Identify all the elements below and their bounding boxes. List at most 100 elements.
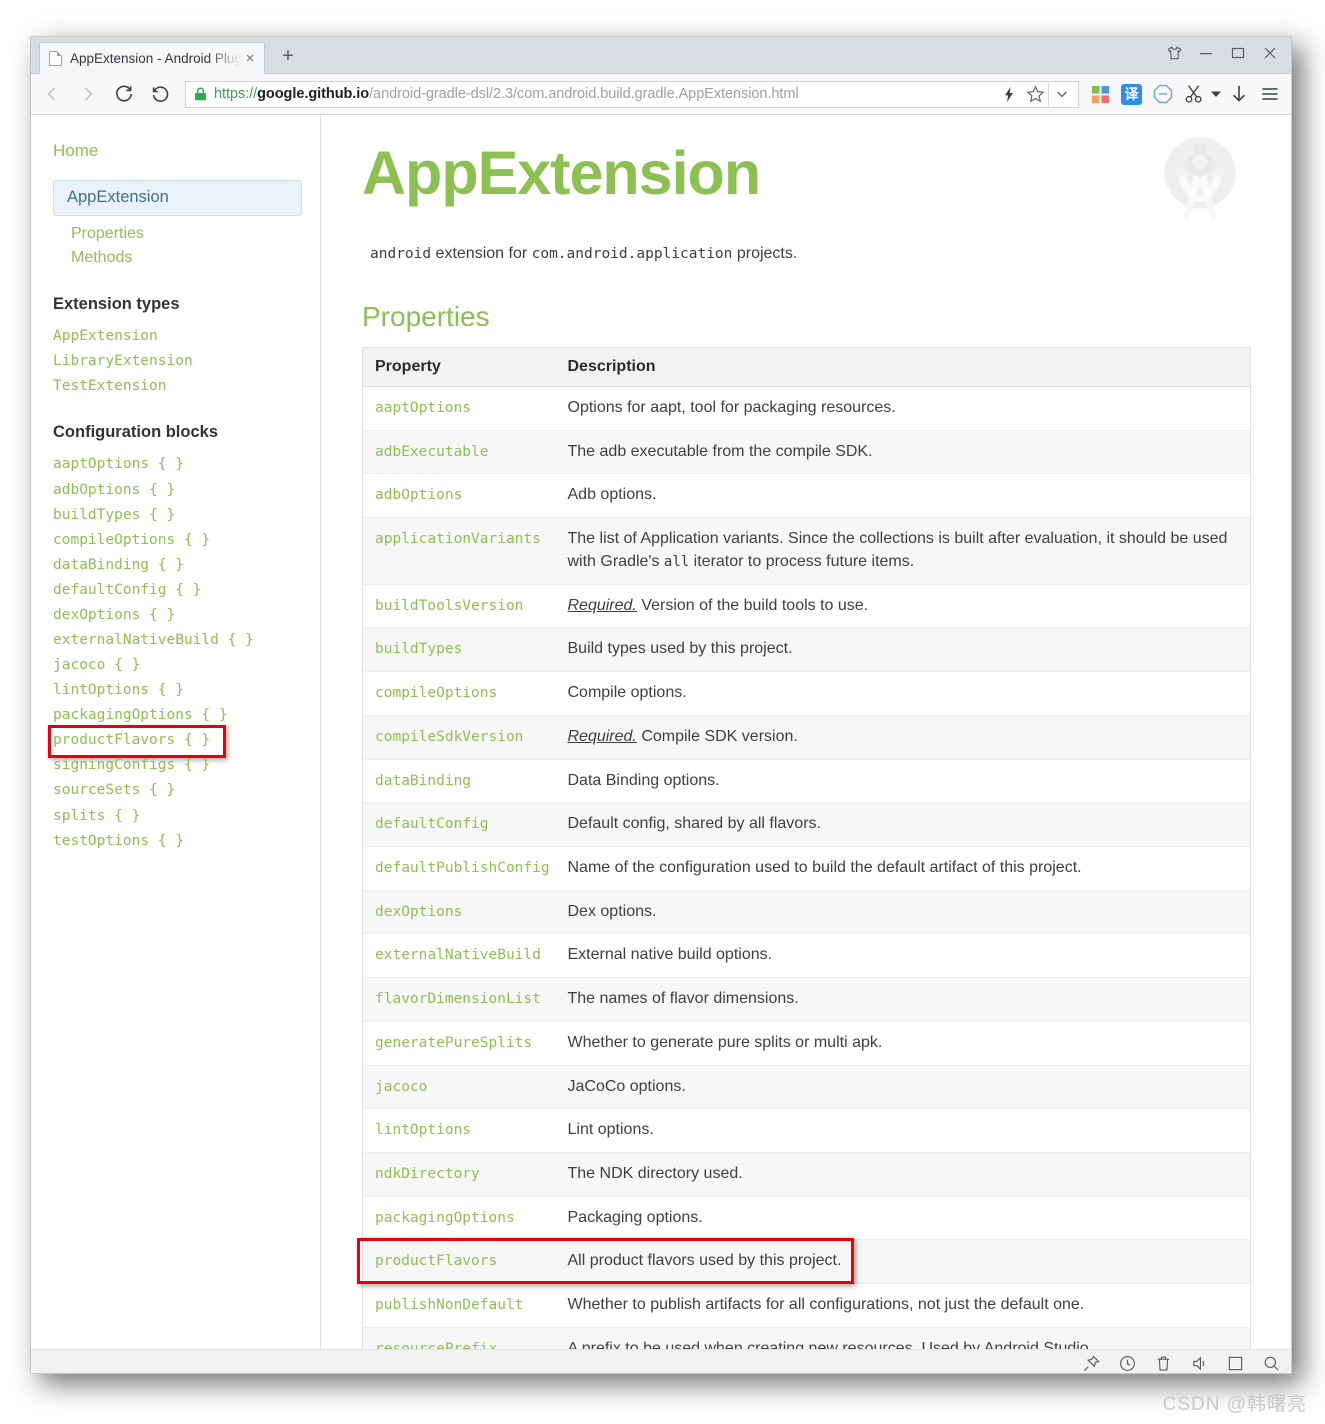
table-row: publishNonDefault Whether to publish arti… xyxy=(362,1283,1251,1328)
minimize-button[interactable] xyxy=(1191,40,1221,66)
forward-icon[interactable] xyxy=(73,79,103,109)
property-link[interactable]: buildToolsVersion xyxy=(375,598,523,614)
sidebar-config-block-productflavors[interactable]: productFlavors { } xyxy=(48,725,320,759)
close-icon[interactable]: × xyxy=(242,50,258,67)
property-link[interactable]: adbExecutable xyxy=(375,444,489,460)
sidebar-item-home[interactable]: Home xyxy=(53,139,320,164)
menu-icon[interactable] xyxy=(1254,79,1285,109)
sidebar-config-block-adboptions[interactable]: adbOptions { } xyxy=(53,478,320,503)
properties-heading: Properties xyxy=(362,301,490,333)
url-text[interactable]: https://google.github.io/android-gradle-… xyxy=(214,86,996,102)
property-link[interactable]: jacoco xyxy=(375,1079,427,1095)
property-link[interactable]: applicationVariants xyxy=(375,531,541,547)
browser-tab[interactable]: AppExtension - Android Plugi × xyxy=(39,42,265,74)
translate-icon[interactable]: 译 xyxy=(1116,79,1147,109)
description-text: The adb executable from the compile SDK. xyxy=(567,442,873,460)
pin-icon[interactable] xyxy=(1081,1353,1101,1373)
window-controls xyxy=(1159,40,1285,66)
sidebar-config-block-splits[interactable]: splits { } xyxy=(53,804,320,829)
table-cell-description: JaCoCo options. xyxy=(556,1065,1251,1109)
tab-strip: AppExtension - Android Plugi × + xyxy=(31,37,1291,74)
navigation-toolbar: https://google.github.io/android-gradle-… xyxy=(31,74,1291,115)
scissors-dropdown-icon[interactable] xyxy=(1209,79,1223,109)
property-link[interactable]: packagingOptions xyxy=(375,1210,515,1226)
property-link[interactable]: dexOptions xyxy=(375,904,462,920)
property-link[interactable]: compileOptions xyxy=(375,685,497,701)
chevron-down-icon[interactable] xyxy=(1048,81,1074,107)
table-cell-description: Data Binding options. xyxy=(556,759,1251,803)
apps-grid-icon[interactable] xyxy=(1085,79,1116,109)
clock-icon[interactable] xyxy=(1117,1353,1137,1373)
property-link[interactable]: aaptOptions xyxy=(375,400,471,416)
screenshot-scissors-icon[interactable] xyxy=(1178,79,1209,109)
new-tab-button[interactable]: + xyxy=(277,46,299,68)
sidebar-item-appextension-active[interactable]: AppExtension xyxy=(53,179,302,216)
lightning-icon[interactable] xyxy=(996,82,1022,107)
sidebar-config-block-sourcesets[interactable]: sourceSets { } xyxy=(53,778,320,803)
table-row: buildToolsVersion Required. Version of th… xyxy=(362,584,1251,628)
description-text: Packaging options. xyxy=(567,1208,703,1226)
sidebar-active-label: AppExtension xyxy=(67,187,169,206)
description-text: Whether to generate pure splits or multi… xyxy=(567,1033,883,1051)
table-row: lintOptions Lint options. xyxy=(362,1108,1251,1153)
sidebar-item-properties[interactable]: Properties xyxy=(71,222,320,247)
sidebar-config-block-compileoptions[interactable]: compileOptions { } xyxy=(53,528,320,553)
property-link[interactable]: compileSdkVersion xyxy=(375,729,523,745)
sidebar-config-block-signingconfigs[interactable]: signingConfigs { } xyxy=(53,753,320,778)
table-cell-description: Required. Compile SDK version. xyxy=(556,715,1251,759)
sidebar-config-block-databinding[interactable]: dataBinding { } xyxy=(53,553,320,578)
home-refresh-icon[interactable] xyxy=(145,79,175,109)
trash-icon[interactable] xyxy=(1153,1353,1173,1373)
table-cell-description: The adb executable from the compile SDK. xyxy=(556,430,1251,474)
address-bar[interactable]: https://google.github.io/android-gradle-… xyxy=(185,80,1079,108)
property-link[interactable]: publishNonDefault xyxy=(375,1297,523,1313)
property-link[interactable]: defaultConfig xyxy=(375,816,489,832)
window-close-button[interactable] xyxy=(1255,40,1285,66)
android-studio-logo-icon xyxy=(1149,125,1251,227)
property-link[interactable]: ndkDirectory xyxy=(375,1166,480,1182)
maximize-button[interactable] xyxy=(1223,40,1253,66)
downloads-icon[interactable] xyxy=(1223,79,1254,109)
back-icon[interactable] xyxy=(37,79,67,109)
sidebar-config-block-packagingoptions[interactable]: packagingOptions { } xyxy=(53,703,320,728)
property-link[interactable]: defaultPublishConfig xyxy=(375,860,550,876)
property-link[interactable]: generatePureSplits xyxy=(375,1035,532,1051)
property-link[interactable]: productFlavors xyxy=(375,1253,497,1269)
description-text: The NDK directory used. xyxy=(567,1164,743,1182)
sidebar-config-block-buildtypes[interactable]: buildTypes { } xyxy=(53,503,320,528)
configuration-blocks-list: aaptOptions { } adbOptions { } buildTypes … xyxy=(48,452,320,854)
table-cell-property: dexOptions xyxy=(363,890,556,934)
table-row: applicationVariants The list of Applicati… xyxy=(362,517,1251,585)
sidebar-config-block-jacoco[interactable]: jacoco { } xyxy=(53,653,320,678)
property-link[interactable]: lintOptions xyxy=(375,1122,471,1138)
search-icon[interactable] xyxy=(1261,1353,1281,1373)
property-link[interactable]: externalNativeBuild xyxy=(375,947,541,963)
reload-icon[interactable] xyxy=(109,79,139,109)
table-cell-property: compileOptions xyxy=(363,672,556,716)
sidebar-config-block-testoptions[interactable]: testOptions { } xyxy=(53,829,320,854)
sidebar-item-appextension[interactable]: AppExtension xyxy=(53,324,320,349)
description-text: Whether to publish artifacts for all con… xyxy=(567,1296,1085,1314)
sidebar-config-block-defaultconfig[interactable]: defaultConfig { } xyxy=(53,578,320,603)
property-link[interactable]: flavorDimensionList xyxy=(375,991,541,1007)
sidebar-item-libraryextension[interactable]: LibraryExtension xyxy=(53,349,320,374)
theme-shirt-icon[interactable] xyxy=(1159,40,1189,66)
sidebar-config-block-lintoptions[interactable]: lintOptions { } xyxy=(53,678,320,703)
table-cell-description: Lint options. xyxy=(556,1109,1251,1153)
properties-table: Property Description aaptOptions Options … xyxy=(362,347,1251,1373)
bookmark-star-icon[interactable] xyxy=(1022,82,1048,107)
volume-icon[interactable] xyxy=(1189,1353,1209,1373)
sidebar-item-testextension[interactable]: TestExtension xyxy=(53,374,320,399)
sidebar-config-block-dexoptions[interactable]: dexOptions { } xyxy=(53,603,320,628)
window-icon[interactable] xyxy=(1225,1353,1245,1373)
table-row: compileSdkVersion Required. Compile SDK v… xyxy=(362,715,1251,760)
sidebar-config-block-externalnativebuild[interactable]: externalNativeBuild { } xyxy=(53,628,320,653)
table-cell-property: compileSdkVersion xyxy=(363,715,556,759)
table-cell-property: productFlavors xyxy=(363,1240,556,1284)
sidebar-config-block-aaptoptions[interactable]: aaptOptions { } xyxy=(53,452,320,477)
property-link[interactable]: adbOptions xyxy=(375,487,462,503)
sidebar-item-methods[interactable]: Methods xyxy=(71,246,320,271)
property-link[interactable]: dataBinding xyxy=(375,773,471,789)
adblock-icon[interactable] xyxy=(1147,79,1178,109)
property-link[interactable]: buildTypes xyxy=(375,641,462,657)
